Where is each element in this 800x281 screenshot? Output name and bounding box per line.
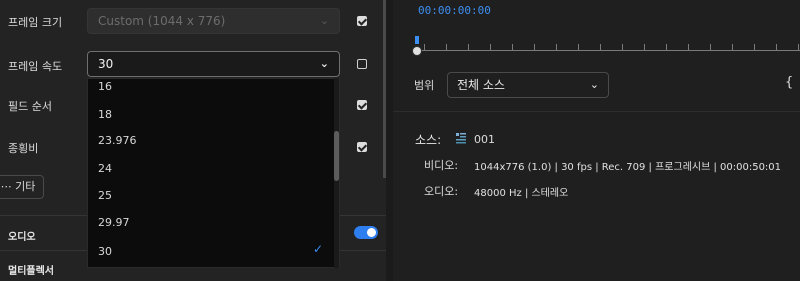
ruler-tick [688,44,689,50]
dropdown-option[interactable]: 16 [98,80,112,93]
ruler-tick [622,44,623,50]
dropdown-scrollbar[interactable] [334,131,339,181]
ruler-tick [468,44,469,50]
range-label: 범위 [414,79,435,92]
ruler-tick [512,44,513,50]
ruler-tick [600,44,601,50]
chevron-down-icon: ⌄ [319,14,329,27]
chevron-down-icon: ⌄ [589,78,599,91]
frame-rate-checkbox[interactable] [357,59,367,69]
audio-label: 오디오: [424,185,459,198]
timecode[interactable]: 00:00:00:00 [418,4,491,17]
sequence-icon [456,133,466,144]
frame-size-select: Custom (1044 x 776) ⌄ [87,8,340,34]
video-info: 1044x776 (1.0) | 30 fps | Rec. 709 | 프로그… [474,162,782,173]
playhead-marker[interactable] [415,36,419,44]
ruler-tick [776,44,777,50]
ruler-tick [732,44,733,50]
export-settings-panel: 프레임 크기 Custom (1044 x 776) ⌄ 프레임 속도 30 ⌄… [0,0,386,281]
ruler-line [416,50,800,51]
audio-section-title: 오디오 [8,232,36,243]
aspect-ratio-checkbox[interactable] [357,142,367,152]
more-button[interactable]: ⋯ 기타 [0,175,44,199]
dropdown-option[interactable]: 29.97 [98,216,130,229]
ruler-tick [490,44,491,50]
ruler-tick [644,44,645,50]
range-value: 전체 소스 [457,78,505,92]
checkmark-icon: ✓ [312,242,323,256]
multiplexer-section-title: 멀티플렉서 [8,266,54,277]
frame-rate-select[interactable]: 30 ⌄ [87,51,340,77]
source-name: 001 [474,133,495,146]
timeline-ruler[interactable] [416,34,800,54]
ruler-tick [578,44,579,50]
ruler-tick [534,44,535,50]
dropdown-option[interactable]: 23.976 [98,134,137,147]
aspect-ratio-label: 종횡비 [8,142,39,155]
frame-size-value: Custom (1044 x 776) [98,14,226,28]
dropdown-option-selected[interactable]: 30 [98,245,112,258]
panel-divider[interactable] [386,0,393,281]
dropdown-option[interactable]: 25 [98,189,112,202]
chevron-down-icon: ⌄ [319,57,329,70]
audio-info: 48000 Hz | 스테레오 [474,188,569,199]
frame-rate-dropdown: 16 18 23.976 24 25 29.97 30 ✓ [87,78,340,268]
playhead-handle[interactable] [412,46,422,56]
frame-size-label: 프레임 크기 [8,16,63,29]
preview-panel: 00:00:00:00 범위 전체 소스 ⌄ { 소스: 001 비디오: 10… [393,0,800,281]
dropdown-option[interactable]: 18 [98,108,112,121]
audio-toggle[interactable] [354,226,378,239]
ruler-tick [556,44,557,50]
ruler-tick [710,44,711,50]
source-label: 소스: [415,133,442,147]
bracket-icon[interactable]: { [785,75,793,90]
range-select[interactable]: 전체 소스 ⌄ [447,72,609,98]
ruler-tick [798,44,799,50]
ruler-tick [666,44,667,50]
ruler-tick [446,44,447,50]
video-label: 비디오: [424,159,459,172]
field-order-checkbox[interactable] [357,100,367,110]
dropdown-option[interactable]: 24 [98,162,112,175]
ruler-tick [424,44,425,50]
section-divider [393,111,800,112]
frame-rate-label: 프레임 속도 [8,60,63,73]
ruler-tick [754,44,755,50]
frame-rate-value: 30 [98,57,114,71]
frame-size-checkbox[interactable] [357,16,367,26]
field-order-label: 필드 순서 [8,100,52,113]
